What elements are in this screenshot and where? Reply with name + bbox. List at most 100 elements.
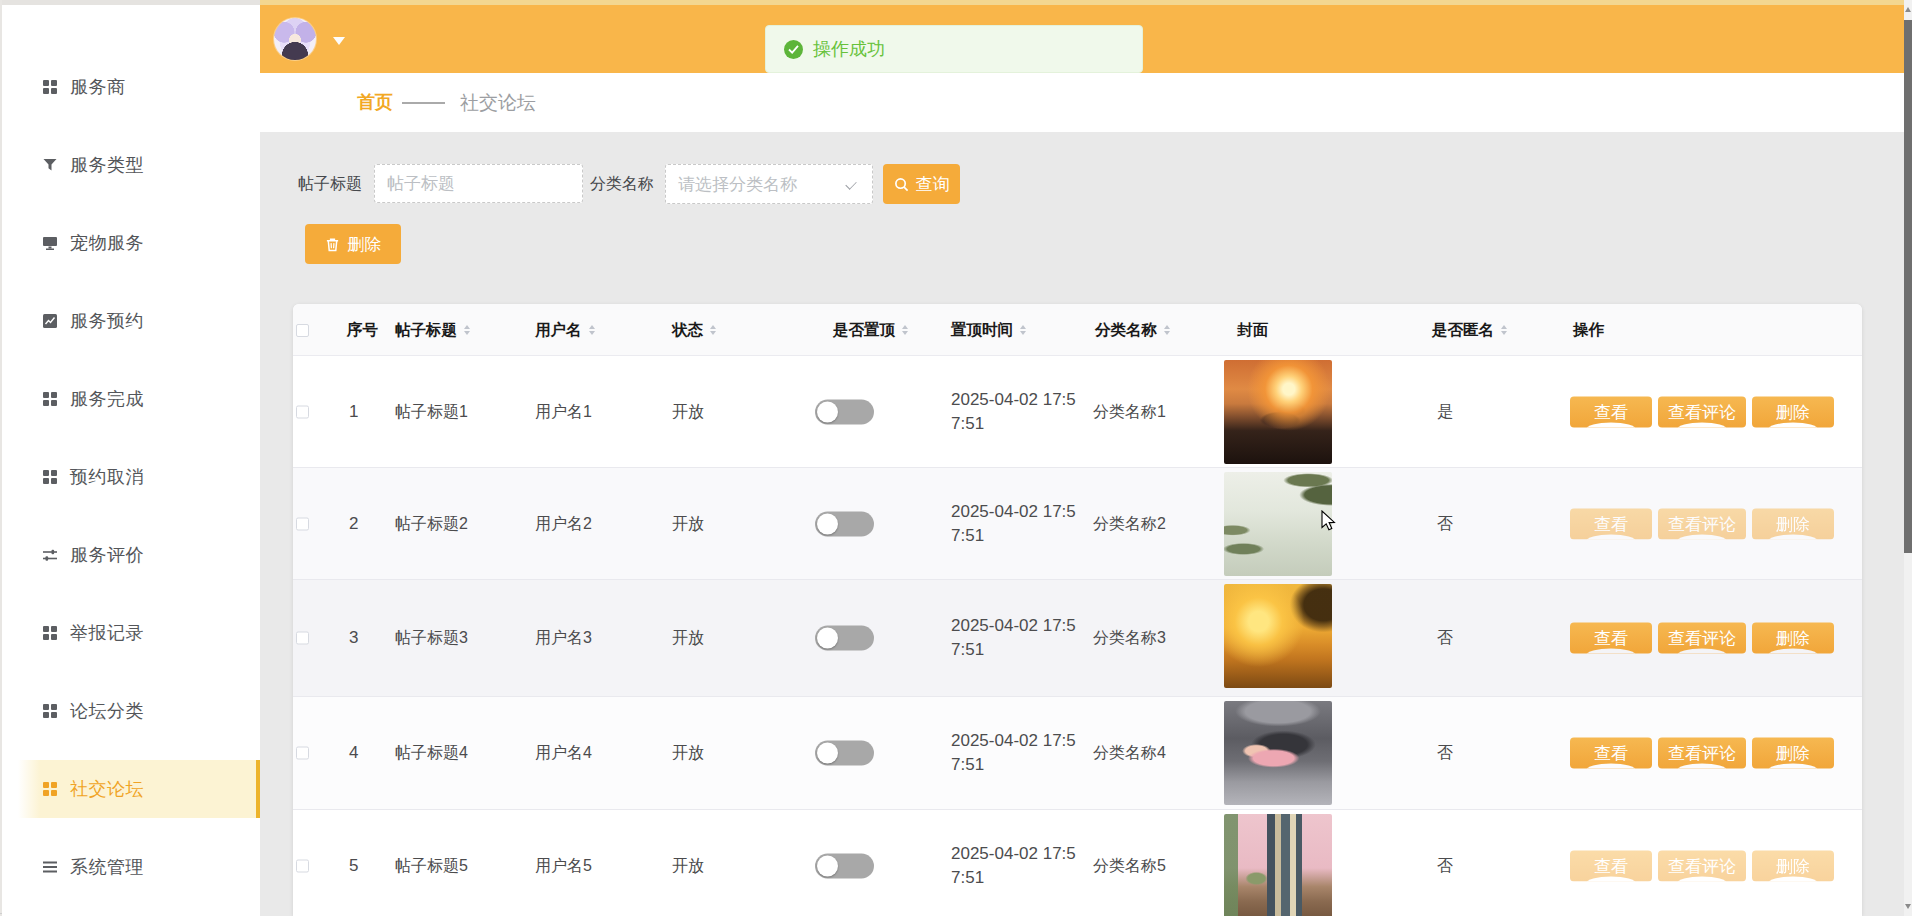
column-header-toggle[interactable]: 是否置顶: [833, 304, 908, 356]
table-row-2[interactable]: 2帖子标题2用户名2开放2025-04-02 17:57:51分类名称2否查看查…: [293, 468, 1862, 580]
cell-anonymous: 否: [1437, 743, 1453, 764]
cell-category: 分类名称1: [1093, 401, 1166, 422]
grid-icon: [42, 781, 58, 797]
sidebar-item-社交论坛[interactable]: 社交论坛: [2, 750, 260, 828]
cell-index: 2: [349, 514, 358, 534]
cell-username: 用户名2: [535, 513, 592, 534]
column-header-time[interactable]: 置顶时间: [951, 304, 1026, 356]
scroll-down-arrow-icon[interactable]: [1905, 904, 1911, 909]
column-header-cat[interactable]: 分类名称: [1095, 304, 1170, 356]
row-checkbox[interactable]: [296, 517, 309, 530]
column-header-anon[interactable]: 是否匿名: [1432, 304, 1507, 356]
row-action-查看评论-button[interactable]: 查看评论: [1658, 738, 1746, 769]
delete-button[interactable]: 删除: [305, 224, 401, 264]
sort-carets-icon[interactable]: [589, 325, 595, 335]
cover-image-desk-books[interactable]: [1224, 814, 1332, 916]
sidebar-item-服务完成[interactable]: 服务完成: [2, 360, 260, 438]
avatar-dropdown-caret-icon[interactable]: [333, 37, 345, 45]
pin-toggle[interactable]: [815, 511, 874, 536]
sidebar-item-宠物服务[interactable]: 宠物服务: [2, 204, 260, 282]
table-row-3[interactable]: 3帖子标题3用户名3开放2025-04-02 17:57:51分类名称3否查看查…: [293, 580, 1862, 697]
grid-icon: [42, 703, 58, 719]
pin-toggle[interactable]: [815, 853, 874, 878]
grid-icon: [42, 625, 58, 641]
success-toast: 操作成功: [765, 25, 1143, 73]
sidebar-item-label: 论坛分类: [70, 699, 144, 723]
row-action-查看-button[interactable]: 查看: [1570, 738, 1652, 769]
cover-image-sunset-sea[interactable]: [1224, 360, 1332, 464]
row-action-查看评论-button[interactable]: 查看评论: [1658, 396, 1746, 427]
cell-index: 1: [349, 402, 358, 422]
column-header-user[interactable]: 用户名: [535, 304, 595, 356]
row-checkbox[interactable]: [296, 859, 309, 872]
cell-anonymous: 否: [1437, 513, 1453, 534]
sort-carets-icon[interactable]: [1501, 325, 1507, 335]
cell-status: 开放: [672, 628, 704, 649]
row-action-删除-button[interactable]: 删除: [1752, 623, 1834, 654]
sidebar-item-论坛分类[interactable]: 论坛分类: [2, 672, 260, 750]
table-body: 1帖子标题1用户名1开放2025-04-02 17:57:51分类名称1是查看查…: [293, 356, 1862, 916]
row-checkbox[interactable]: [296, 747, 309, 760]
sidebar-item-系统管理[interactable]: 系统管理: [2, 828, 260, 906]
sort-carets-icon[interactable]: [710, 325, 716, 335]
delete-button-label: 删除: [348, 233, 382, 256]
sort-carets-icon[interactable]: [1020, 325, 1026, 335]
column-header-label: 操作: [1573, 304, 1604, 356]
sidebar-item-服务预约[interactable]: 服务预约: [2, 282, 260, 360]
table-row-1[interactable]: 1帖子标题1用户名1开放2025-04-02 17:57:51分类名称1是查看查…: [293, 356, 1862, 468]
breadcrumb-current: 社交论坛: [460, 73, 536, 132]
breadcrumb-home[interactable]: 首页: [357, 73, 393, 132]
scroll-up-arrow-icon[interactable]: [1905, 7, 1911, 12]
row-action-删除-button[interactable]: 删除: [1752, 396, 1834, 427]
sort-carets-icon[interactable]: [1164, 325, 1170, 335]
user-avatar[interactable]: [274, 18, 316, 60]
category-select[interactable]: 请选择分类名称: [665, 164, 873, 204]
sidebar-item-服务类型[interactable]: 服务类型: [2, 126, 260, 204]
sidebar-item-举报记录[interactable]: 举报记录: [2, 594, 260, 672]
trash-icon: [325, 237, 340, 252]
row-action-查看评论-button[interactable]: 查看评论: [1658, 850, 1746, 881]
cell-category: 分类名称4: [1093, 743, 1166, 764]
sidebar-item-服务评价[interactable]: 服务评价: [2, 516, 260, 594]
column-header-status[interactable]: 状态: [672, 304, 716, 356]
toggle-knob: [817, 513, 838, 534]
sidebar-item-预约取消[interactable]: 预约取消: [2, 438, 260, 516]
cover-image-golden-lake[interactable]: [1224, 584, 1332, 688]
cover-image-gym-workout[interactable]: [1224, 701, 1332, 805]
top-header-bar: 操作成功: [260, 5, 1904, 73]
scrollbar[interactable]: [1904, 0, 1912, 916]
row-action-查看-button[interactable]: 查看: [1570, 623, 1652, 654]
sidebar-item-服务商[interactable]: 服务商: [2, 48, 260, 126]
row-action-删除-button[interactable]: 删除: [1752, 850, 1834, 881]
row-action-删除-button[interactable]: 删除: [1752, 738, 1834, 769]
table-row-5[interactable]: 5帖子标题5用户名5开放2025-04-02 17:57:51分类名称5否查看查…: [293, 810, 1862, 916]
sort-carets-icon[interactable]: [464, 325, 470, 335]
scrollbar-thumb[interactable]: [1904, 20, 1912, 553]
row-checkbox[interactable]: [296, 632, 309, 645]
row-action-查看-button[interactable]: 查看: [1570, 850, 1652, 881]
post-title-input[interactable]: [374, 164, 583, 203]
sidebar-item-label: 服务完成: [70, 387, 144, 411]
select-all-checkbox[interactable]: [296, 324, 309, 337]
sidebar-item-label: 服务类型: [70, 153, 144, 177]
table-row-4[interactable]: 4帖子标题4用户名4开放2025-04-02 17:57:51分类名称4否查看查…: [293, 697, 1862, 810]
row-action-查看-button[interactable]: 查看: [1570, 396, 1652, 427]
cell-anonymous: 是: [1437, 401, 1453, 422]
column-header-title[interactable]: 帖子标题: [395, 304, 470, 356]
search-button[interactable]: 查询: [883, 164, 960, 204]
pin-toggle[interactable]: [815, 741, 874, 766]
pin-toggle[interactable]: [815, 626, 874, 651]
cover-image-misty-tree[interactable]: [1224, 472, 1332, 576]
main-content: 帖子标题 分类名称 请选择分类名称 查询 删除 序号帖子标题用户名状态是否置顶置…: [260, 132, 1904, 916]
row-action-查看评论-button[interactable]: 查看评论: [1658, 508, 1746, 539]
app-window: 服务商服务类型宠物服务服务预约服务完成预约取消服务评价举报记录论坛分类社交论坛系…: [0, 0, 1912, 916]
table-header-row: 序号帖子标题用户名状态是否置顶置顶时间分类名称封面是否匿名操作: [293, 304, 1862, 356]
pin-toggle[interactable]: [815, 399, 874, 424]
cell-pin-time: 2025-04-02 17:57:51: [951, 388, 1079, 436]
row-checkbox[interactable]: [296, 405, 309, 418]
row-action-查看评论-button[interactable]: 查看评论: [1658, 623, 1746, 654]
row-action-查看-button[interactable]: 查看: [1570, 508, 1652, 539]
row-action-删除-button[interactable]: 删除: [1752, 508, 1834, 539]
sort-carets-icon[interactable]: [902, 325, 908, 335]
sidebar-item-label: 宠物服务: [70, 231, 144, 255]
